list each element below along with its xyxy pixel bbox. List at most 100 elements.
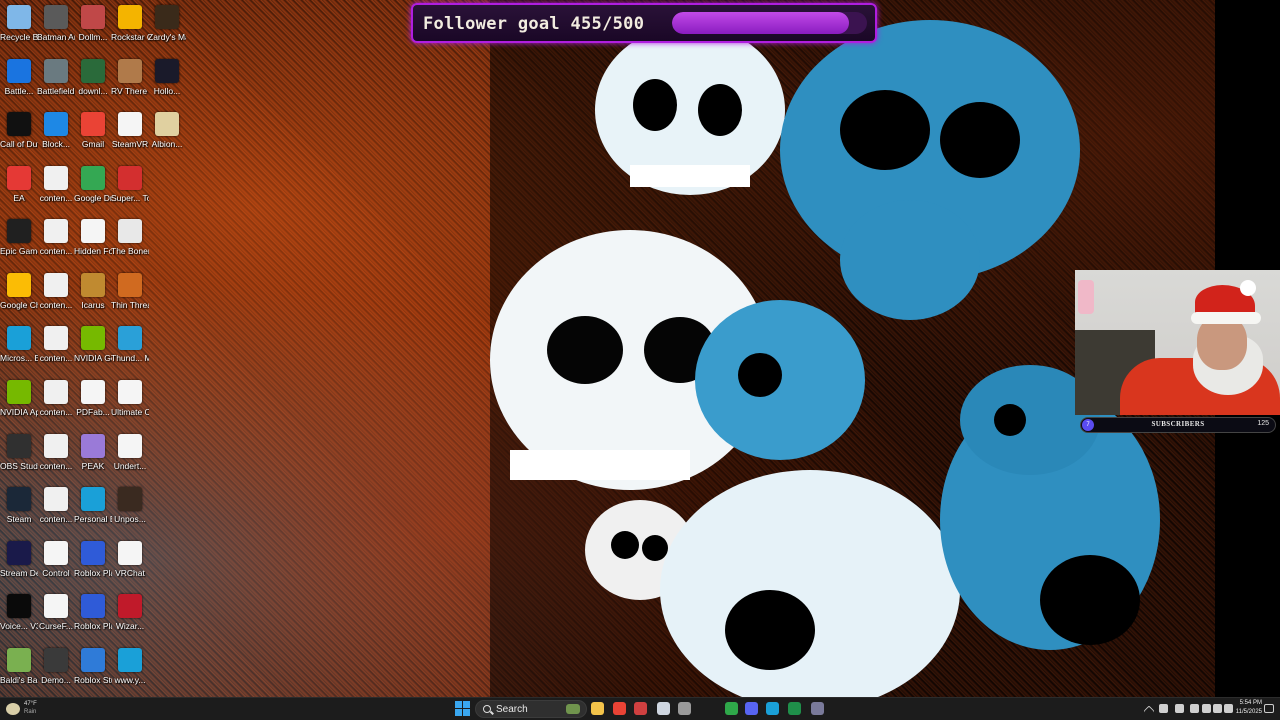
desktop-shortcut[interactable]: Control	[37, 538, 75, 591]
desktop-shortcut-label: Baldi's Basi...	[0, 675, 38, 685]
bluetooth-icon[interactable]	[1175, 704, 1184, 713]
desktop-shortcut[interactable]: Undert...	[111, 431, 149, 484]
thunderstore-icon	[118, 326, 142, 350]
desktop-shortcut[interactable]: conten...	[37, 377, 75, 430]
battlenet-icon	[7, 59, 31, 83]
steam-icon	[7, 487, 31, 511]
desktop-shortcut[interactable]: Dollm...	[74, 2, 112, 55]
roblox-icon	[81, 541, 105, 565]
edge-taskbar-icon[interactable]	[766, 702, 779, 715]
desktop-shortcut[interactable]: Gmail	[74, 109, 112, 162]
steam-taskbar-icon[interactable]	[657, 702, 670, 715]
desktop-shortcut[interactable]: SteamVR	[111, 109, 149, 162]
personal-edge-icon	[81, 487, 105, 511]
desktop-shortcut[interactable]: conten...	[37, 163, 75, 216]
web-link-icon	[118, 648, 142, 672]
desktop-shortcut-label: Steam	[6, 514, 32, 524]
desktop-shortcut[interactable]: Ultimate Custo...	[111, 377, 149, 430]
desktop-shortcut[interactable]: Hollo...	[148, 56, 186, 109]
desktop-shortcut[interactable]: RV There Yet	[111, 56, 149, 109]
desktop-shortcut-label: Ultimate Custo...	[111, 407, 149, 417]
desktop-shortcut[interactable]: Rockstar Games...	[111, 2, 149, 55]
desktop-shortcut[interactable]: Demo...	[37, 645, 75, 698]
desktop-shortcut[interactable]: CurseF...	[37, 591, 75, 644]
wizard-icon	[118, 594, 142, 618]
desktop-shortcut[interactable]: Batman Arkha...	[37, 2, 75, 55]
xbox-icon[interactable]	[725, 702, 738, 715]
desktop-shortcut[interactable]: PEAK	[74, 431, 112, 484]
desktop-shortcut-label: EA	[13, 193, 25, 203]
file-explorer-icon[interactable]	[591, 702, 604, 715]
desktop-shortcut[interactable]: Super... Together	[111, 163, 149, 216]
desktop-shortcut[interactable]: Battle...	[0, 56, 38, 109]
desktop-shortcut[interactable]: Unpos...	[111, 484, 149, 537]
desktop-shortcut[interactable]: conten...	[37, 323, 75, 376]
desktop-shortcut[interactable]: conten...	[37, 431, 75, 484]
display-icon[interactable]	[1190, 704, 1199, 713]
desktop-shortcut[interactable]: Hidden Folks	[74, 216, 112, 269]
volume-icon[interactable]	[1213, 704, 1222, 713]
roblox-icon	[81, 594, 105, 618]
settings-icon[interactable]	[678, 702, 691, 715]
wifi-icon[interactable]	[1202, 704, 1211, 713]
start-button[interactable]	[455, 701, 471, 717]
chrome-icon[interactable]	[613, 702, 626, 715]
desktop-shortcut[interactable]: The Boneri...	[111, 216, 149, 269]
desktop-shortcut[interactable]: conten...	[37, 484, 75, 537]
desktop-shortcut[interactable]: Wizar...	[111, 591, 149, 644]
desktop-shortcut-label: Unpos...	[114, 514, 146, 524]
desktop-shortcut-label: Zardy's Maze	[148, 32, 186, 42]
desktop-shortcut[interactable]: EA	[0, 163, 38, 216]
cloud-icon[interactable]	[1159, 704, 1168, 713]
desktop-shortcut-label: www.y...	[114, 675, 146, 685]
desktop-shortcut[interactable]: VRChat	[111, 538, 149, 591]
desktop-shortcut[interactable]: Voice... V3	[0, 591, 38, 644]
desktop-shortcut[interactable]: Steam	[0, 484, 38, 537]
desktop-shortcut[interactable]: Thin Threads	[111, 270, 149, 323]
desktop-shortcut[interactable]: Google Drive	[74, 163, 112, 216]
chevron-up-icon[interactable]	[1143, 705, 1155, 717]
desktop-shortcut[interactable]: Roblox Player	[74, 538, 112, 591]
desktop-shortcut[interactable]: PDFab...	[74, 377, 112, 430]
taskbar-clock[interactable]: 5:54 PM 11/5/2025	[1228, 699, 1262, 717]
desktop-shortcut[interactable]: www.y...	[111, 645, 149, 698]
clock-date: 11/5/2025	[1235, 709, 1262, 715]
obs-taskbar-icon[interactable]	[634, 702, 647, 715]
desktop-shortcut[interactable]: Epic Games...	[0, 216, 38, 269]
desktop-shortcut[interactable]: Roblox Player	[74, 591, 112, 644]
notification-icon[interactable]	[1264, 704, 1274, 713]
desktop-shortcut[interactable]: OBS Studio	[0, 431, 38, 484]
roblox-studio-icon	[81, 648, 105, 672]
desktop-shortcut[interactable]: Personal Edge	[74, 484, 112, 537]
weather-temperature: 47°F	[24, 701, 37, 707]
taskbar-search-box[interactable]: Search	[475, 700, 587, 718]
desktop-shortcut[interactable]: Albion...	[148, 109, 186, 162]
curseforge-icon	[44, 594, 68, 618]
desktop-shortcut[interactable]: Thund... Mod...	[111, 323, 149, 376]
app-icon[interactable]	[811, 702, 824, 715]
desktop-shortcut[interactable]: conten...	[37, 216, 75, 269]
desktop-shortcut[interactable]: Zardy's Maze	[148, 2, 186, 55]
desktop-shortcut[interactable]: Battlefield™ 6	[37, 56, 75, 109]
desktop-shortcut[interactable]: downl...	[74, 56, 112, 109]
excel-icon[interactable]	[788, 702, 801, 715]
desktop-shortcut-label: Albion...	[151, 139, 183, 149]
desktop-shortcut[interactable]: Micros... Edge	[0, 323, 38, 376]
search-icon	[483, 705, 491, 713]
desktop-shortcut[interactable]: Baldi's Basi...	[0, 645, 38, 698]
discord-icon[interactable]	[745, 702, 758, 715]
desktop-shortcut[interactable]: Stream Deck	[0, 538, 38, 591]
obs-icon	[7, 434, 31, 458]
subscribers-bar: 7 SUBSCRIBERS 125	[1080, 417, 1276, 433]
desktop-shortcut[interactable]: Roblox Studio	[74, 645, 112, 698]
desktop-shortcut-label: Undert...	[113, 461, 147, 471]
desktop-shortcut[interactable]: NVIDIA App	[0, 377, 38, 430]
desktop-shortcut-label: Voice... V3	[0, 621, 38, 631]
desktop-shortcut[interactable]: Icarus	[74, 270, 112, 323]
desktop-shortcut[interactable]: Google Chrome	[0, 270, 38, 323]
desktop-shortcut[interactable]: NVIDIA GeFor...	[74, 323, 112, 376]
desktop-shortcut[interactable]: Call of Duty	[0, 109, 38, 162]
desktop-shortcut[interactable]: conten...	[37, 270, 75, 323]
desktop-shortcut[interactable]: Block...	[37, 109, 75, 162]
desktop-shortcut[interactable]: Recycle Bin	[0, 2, 38, 55]
